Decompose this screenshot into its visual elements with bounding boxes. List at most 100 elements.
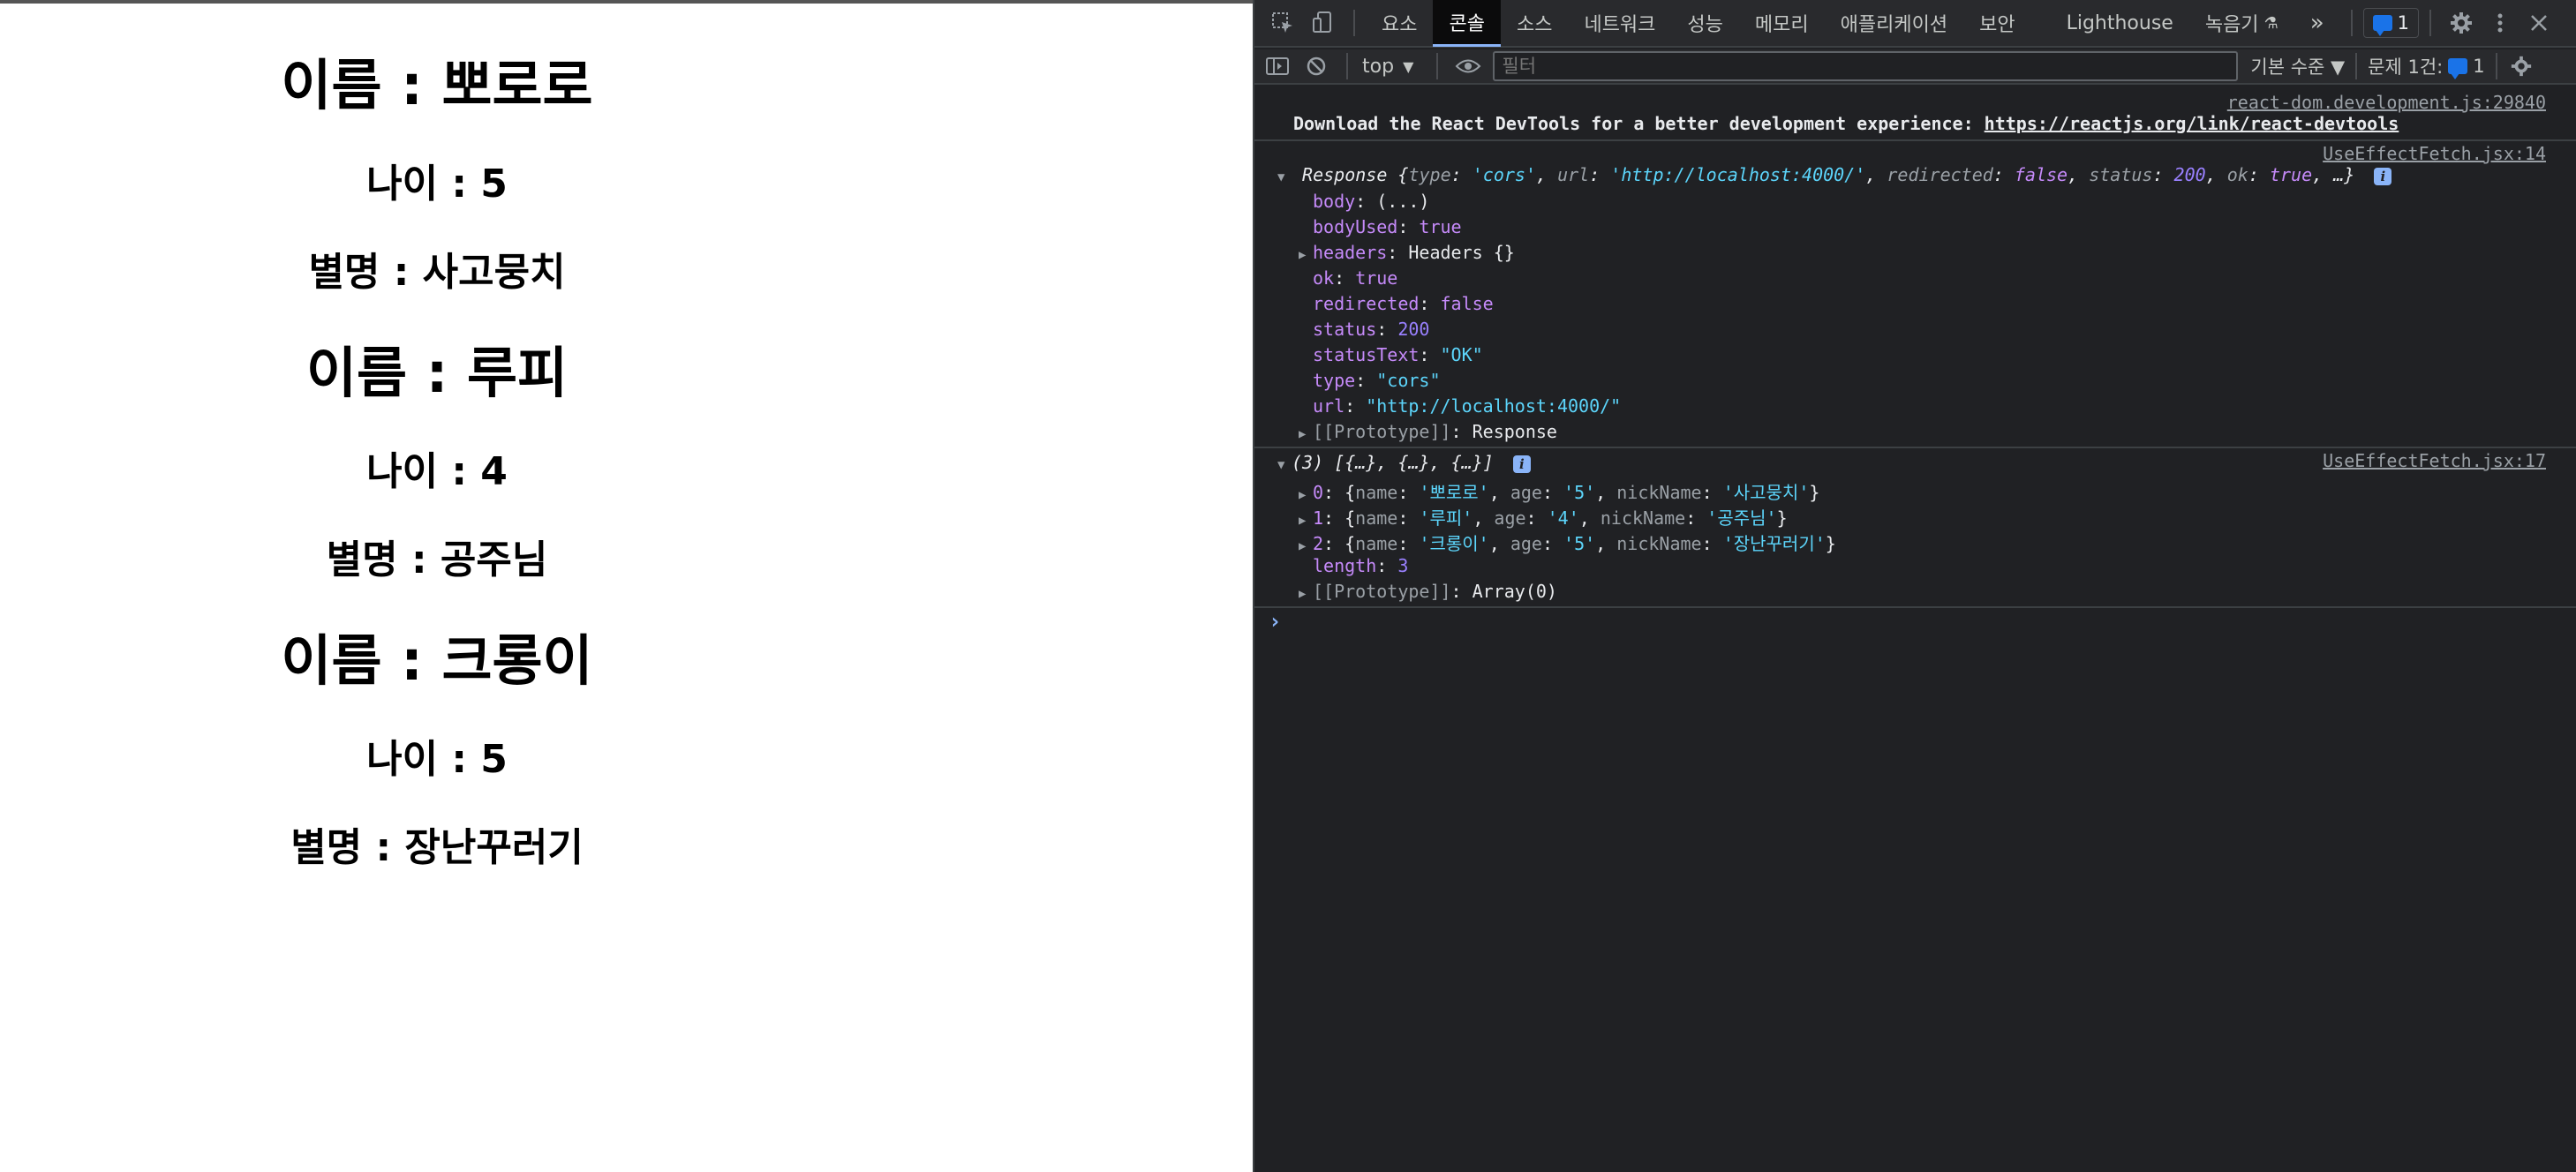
source-link[interactable]: UseEffectFetch.jsx:14 [2323,143,2546,164]
divider [2495,53,2497,79]
message-icon [2372,15,2392,36]
person-name: 이름 : 크롱이 [281,628,593,693]
react-devtools-link[interactable]: https://reactjs.org/link/react-devtools [1985,113,2399,134]
response-type: 'cors' [1472,164,1536,185]
prop-row: status: 200 [1313,319,1430,340]
tab-recorder-label: 녹음기 [2204,14,2259,36]
prop-row: url: "http://localhost:4000/" [1313,395,1622,417]
response-label: Response [1302,164,1388,185]
devtools-panel: 요소 콘솔 소스 네트워크 성능 메모리 애플리케이션 보안 Lighthous… [1253,0,2576,1172]
console-prompt-icon[interactable]: › [1269,609,1281,634]
tab-performance[interactable]: 성능 [1671,0,1738,47]
source-link[interactable]: react-dom.development.js:29840 [2227,92,2546,113]
flask-icon: ⚗ [2263,13,2278,33]
divider [1436,53,1439,79]
tab-lighthouse[interactable]: Lighthouse [2051,0,2189,47]
response-ok: true [2269,164,2313,185]
prop-row: ok: true [1313,267,1398,289]
sidebar-toggle-icon[interactable] [1258,47,1297,86]
array-proto: Array(0) [1472,581,1557,602]
console-message: Download the React DevTools for a better… [1293,113,2399,134]
tab-elements[interactable]: 요소 [1366,0,1433,47]
person-age: 나이 : 5 [366,162,508,207]
tab-security[interactable]: 보안 [1963,0,2030,47]
context-selector[interactable]: top ▼ [1362,56,1413,78]
prop-row: type: "cors" [1313,370,1441,391]
info-icon[interactable]: i [2374,168,2392,185]
divider [1346,53,1348,79]
tab-console[interactable]: 콘솔 [1433,0,1501,47]
caret-right-icon: ▶ [1299,427,1307,441]
array-summary-text: (3) [{…}, {…}, {…}] [1292,452,1494,473]
person-name: 이름 : 뽀로로 [281,53,593,117]
caret-right-icon: ▶ [1299,587,1307,601]
tab-memory[interactable]: 메모리 [1739,0,1825,47]
caret-down-icon: ▼ [1277,458,1285,472]
caret-right-icon: ▶ [1299,248,1307,262]
prop-row: body: (...) [1313,191,1430,212]
console-settings-icon[interactable] [2508,47,2535,86]
issues-label: 문제 1건: [2368,56,2444,78]
prop-row[interactable]: ▶ [[Prototype]]: Array(0) [1299,581,1557,602]
app-page: 이름 : 뽀로로 나이 : 5 별명 : 사고뭉치 이름 : 루피 나이 : 4… [0,0,1253,1172]
divider [2355,53,2358,79]
messages-count: 1 [2397,12,2409,34]
caret-right-icon: ▶ [1299,539,1307,553]
array-item[interactable]: ▶ 2: {name: '크롱이', age: '5', nickName: '장… [1299,530,1836,555]
divider [1254,139,2576,141]
divider [1254,606,2576,608]
chevron-down-icon: ▼ [1403,57,1414,75]
person-name: 이름 : 루피 [305,341,569,405]
response-url: 'http://localhost:4000/' [1610,164,1866,185]
divider [2429,10,2431,36]
divider [1353,10,1355,36]
person-nickname: 별명 : 사고뭉치 [308,250,566,295]
prop-row: length: 3 [1313,555,1409,576]
array-item[interactable]: ▶ 0: {name: '뽀로로', age: '5', nickName: '사… [1299,478,1819,504]
clear-console-icon[interactable] [1297,47,1336,86]
prop-row[interactable]: ▶ headers: Headers {} [1299,242,1515,263]
info-icon[interactable]: i [1512,455,1531,473]
divider [1254,447,2576,448]
issues-button[interactable]: 문제 1건: 1 [2368,53,2485,79]
response-redirected: false [2014,164,2068,185]
inspect-element-icon[interactable] [1263,4,1302,42]
filter-input[interactable] [1493,51,2239,81]
prop-row[interactable]: ▶ [[Prototype]]: Response [1299,421,1557,442]
response-summary[interactable]: ▼ Response {type: 'cors', url: 'http://l… [1277,164,2392,185]
divider [2350,10,2353,36]
messages-badge[interactable]: 1 [2362,8,2419,38]
caret-right-icon: ▶ [1299,514,1307,528]
message-icon [2448,58,2468,79]
more-tabs-button[interactable]: » [2294,0,2340,47]
response-status: 200 [2173,164,2206,185]
prop-row: statusText: "OK" [1313,344,1483,365]
console-toolbar: top ▼ 기본 수준 ▼ 문제 1건: 1 [1254,49,2576,85]
prop-row: bodyUsed: true [1313,216,1462,237]
tab-recorder[interactable]: 녹음기 ⚗ [2189,0,2294,47]
kebab-menu-icon[interactable] [2481,4,2520,42]
gear-icon[interactable] [2442,4,2481,42]
tab-network[interactable]: 네트워크 [1568,0,1671,47]
person-age: 나이 : 4 [366,449,508,494]
array-summary[interactable]: ▼ (3) [{…}, {…}, {…}] i [1277,452,1531,473]
array-item[interactable]: ▶ 1: {name: '루피', age: '4', nickName: '공주… [1299,504,1788,530]
person-nickname: 별명 : 장난꾸러기 [290,825,584,870]
eye-icon[interactable] [1449,47,1488,86]
array-length: 3 [1397,555,1409,576]
console-output: react-dom.development.js:29840 Download … [1254,86,2576,1172]
caret-right-icon: ▶ [1299,488,1307,502]
log-level-selector[interactable]: 기본 수준 ▼ [2250,53,2345,79]
tab-sources[interactable]: 소스 [1501,0,1568,47]
prop-row: redirected: false [1313,293,1494,314]
devtools-tabbar: 요소 콘솔 소스 네트워크 성능 메모리 애플리케이션 보안 Lighthous… [1254,0,2576,48]
context-label: top [1362,55,1395,78]
issues-count: 1 [2473,56,2485,77]
device-toolbar-icon[interactable] [1304,4,1343,42]
tab-application[interactable]: 애플리케이션 [1825,0,1963,47]
caret-down-icon: ▼ [1277,170,1285,184]
person-nickname: 별명 : 공주님 [326,537,548,582]
source-link[interactable]: UseEffectFetch.jsx:17 [2323,450,2546,471]
close-icon[interactable] [2520,4,2558,42]
person-age: 나이 : 5 [366,737,508,782]
